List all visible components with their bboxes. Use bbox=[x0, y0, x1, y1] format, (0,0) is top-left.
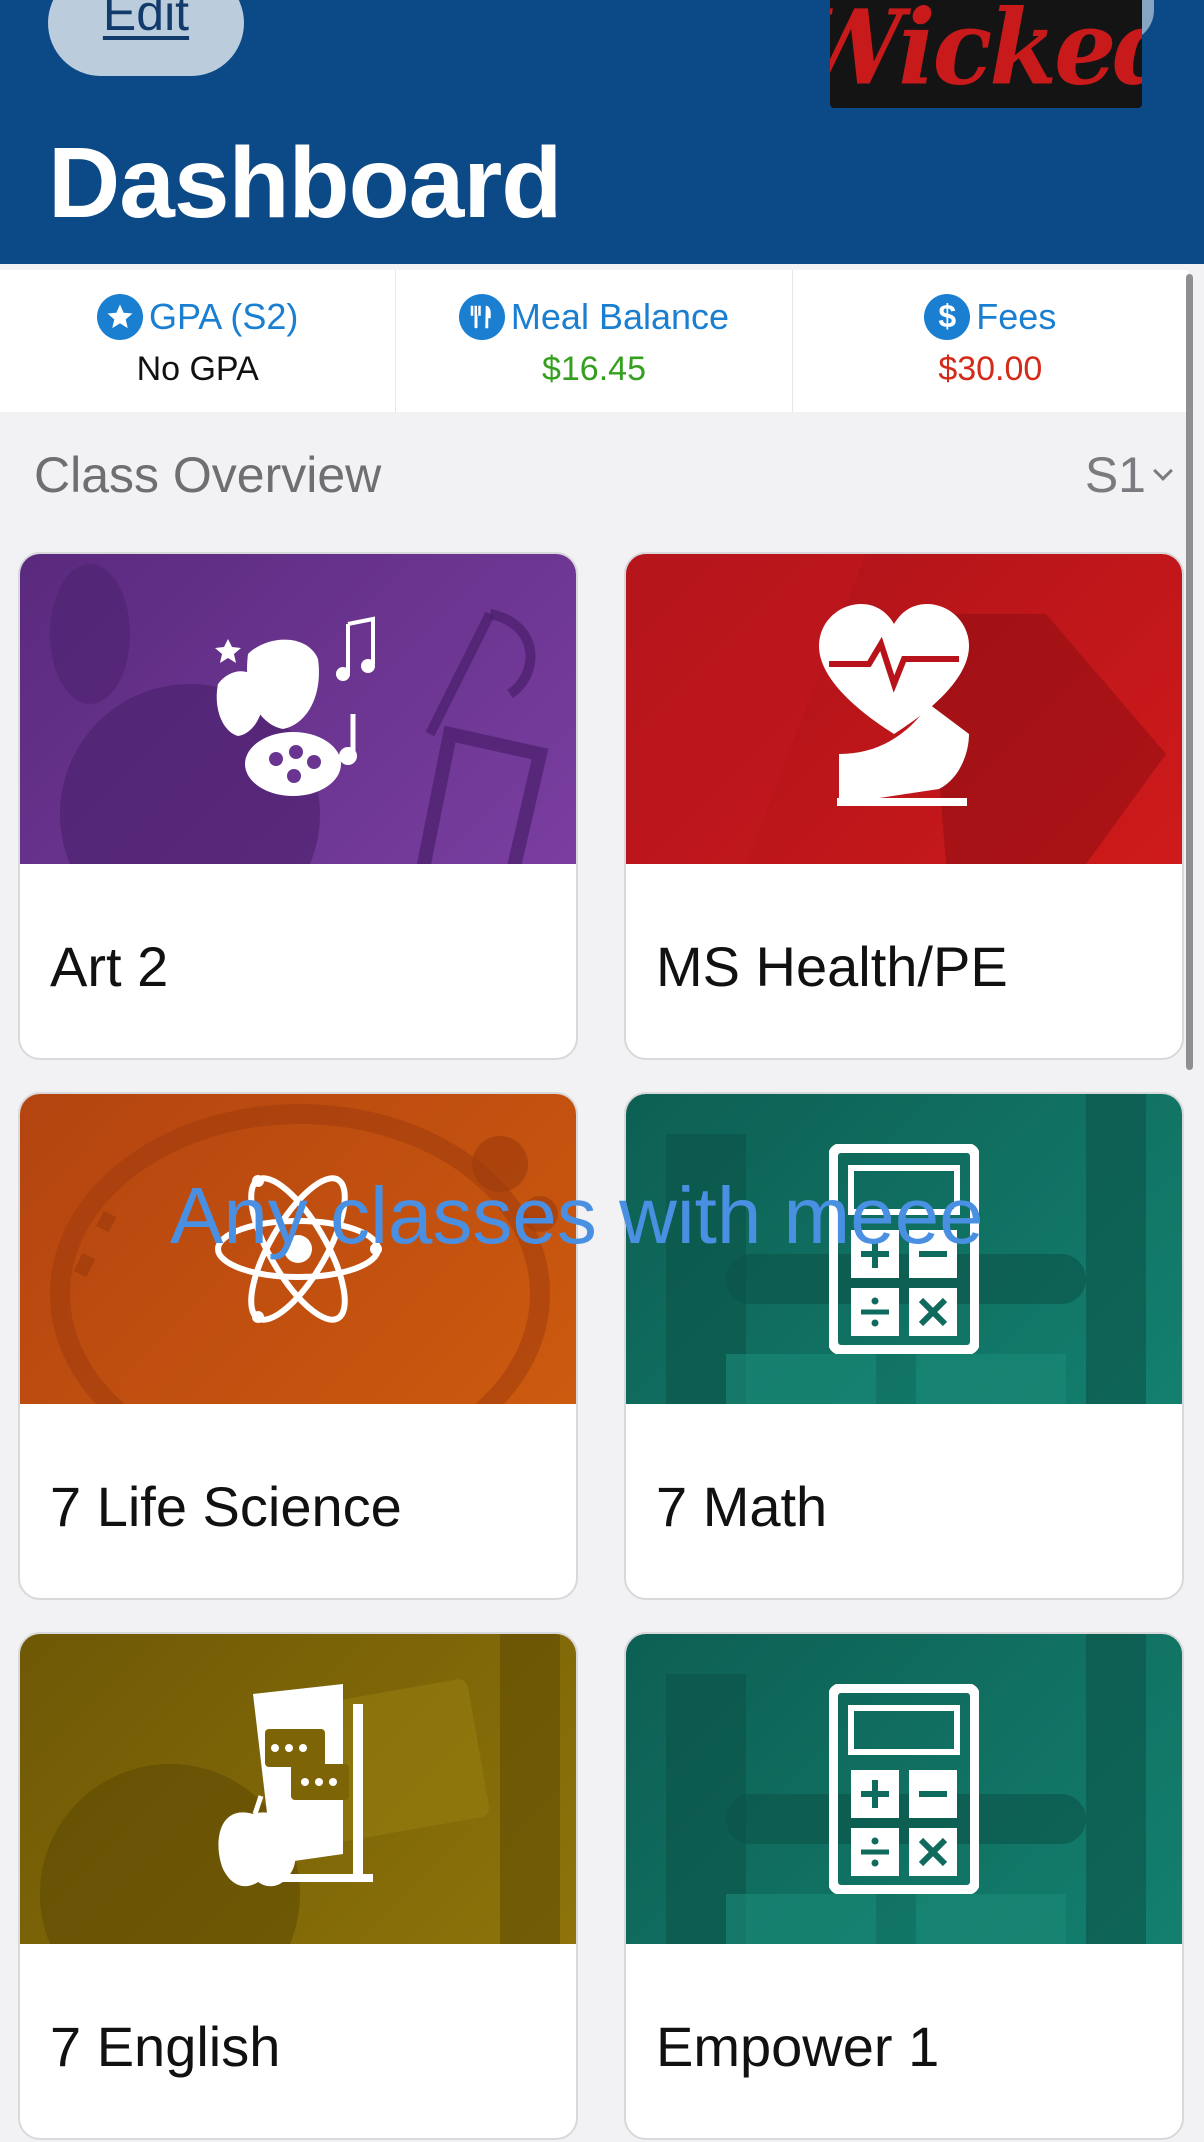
edit-button[interactable]: Edit bbox=[48, 0, 244, 76]
class-name: MS Health/PE bbox=[656, 935, 1008, 998]
class-card-math[interactable]: 7 Math bbox=[624, 1092, 1184, 1600]
class-banner-empower bbox=[626, 1634, 1182, 1944]
book-apple-icon bbox=[218, 1684, 373, 1887]
stat-meal-value: $16.45 bbox=[541, 349, 646, 388]
class-name: Art 2 bbox=[50, 935, 169, 998]
wicked-sticker-text: Wicked bbox=[830, 0, 1142, 108]
wicked-sticker: Wicked bbox=[830, 0, 1142, 108]
class-name: 7 Life Science bbox=[50, 1475, 402, 1538]
class-name: Empower 1 bbox=[656, 2015, 940, 2078]
stat-fees[interactable]: $ Fees $30.00 bbox=[793, 270, 1188, 412]
term-value: S1 bbox=[1084, 447, 1146, 503]
class-name: 7 English bbox=[50, 2015, 281, 2078]
edit-button-label: Edit bbox=[102, 0, 190, 41]
scrollbar[interactable] bbox=[1186, 274, 1193, 1070]
stat-gpa-label: GPA (S2) bbox=[148, 295, 299, 337]
stat-gpa-value: No GPA bbox=[136, 349, 259, 388]
stat-fees-label: Fees bbox=[976, 295, 1057, 337]
class-overview-title: Class Overview bbox=[34, 447, 382, 503]
heart-shoe-icon bbox=[819, 604, 969, 806]
chevron-down-icon bbox=[1153, 461, 1173, 481]
class-banner-english bbox=[20, 1634, 576, 1944]
app-header: Edit Wicked Dashboard bbox=[0, 0, 1204, 264]
calculator-icon bbox=[829, 1684, 979, 1894]
stat-fees-value: $30.00 bbox=[938, 349, 1043, 388]
overlay-caption: Any classes with meee bbox=[170, 1171, 984, 1260]
stat-meal-label: Meal Balance bbox=[510, 295, 730, 337]
stat-gpa[interactable]: GPA (S2) No GPA bbox=[0, 270, 397, 412]
class-card-english[interactable]: 7 English bbox=[18, 1632, 578, 2140]
dollar-icon: $ bbox=[924, 293, 971, 340]
class-banner-health bbox=[626, 554, 1182, 864]
star-icon bbox=[96, 293, 143, 340]
class-card-art-2[interactable]: Art 2 bbox=[18, 552, 578, 1060]
term-selector[interactable]: S1 bbox=[1084, 446, 1173, 504]
class-card-life-science[interactable]: 7 Life Science bbox=[18, 1092, 578, 1600]
class-card-empower[interactable]: Empower 1 bbox=[624, 1632, 1184, 2140]
class-card-health-pe[interactable]: MS Health/PE bbox=[624, 552, 1184, 1060]
stats-bar: GPA (S2) No GPA Meal Balance $16.45 $ Fe… bbox=[0, 270, 1188, 412]
class-name: 7 Math bbox=[656, 1475, 828, 1538]
page-title: Dashboard bbox=[48, 127, 562, 239]
art-masks-palette-icon bbox=[215, 616, 375, 796]
utensils-icon bbox=[458, 293, 505, 340]
class-banner-art bbox=[20, 554, 576, 864]
stat-meal-balance[interactable]: Meal Balance $16.45 bbox=[396, 270, 793, 412]
